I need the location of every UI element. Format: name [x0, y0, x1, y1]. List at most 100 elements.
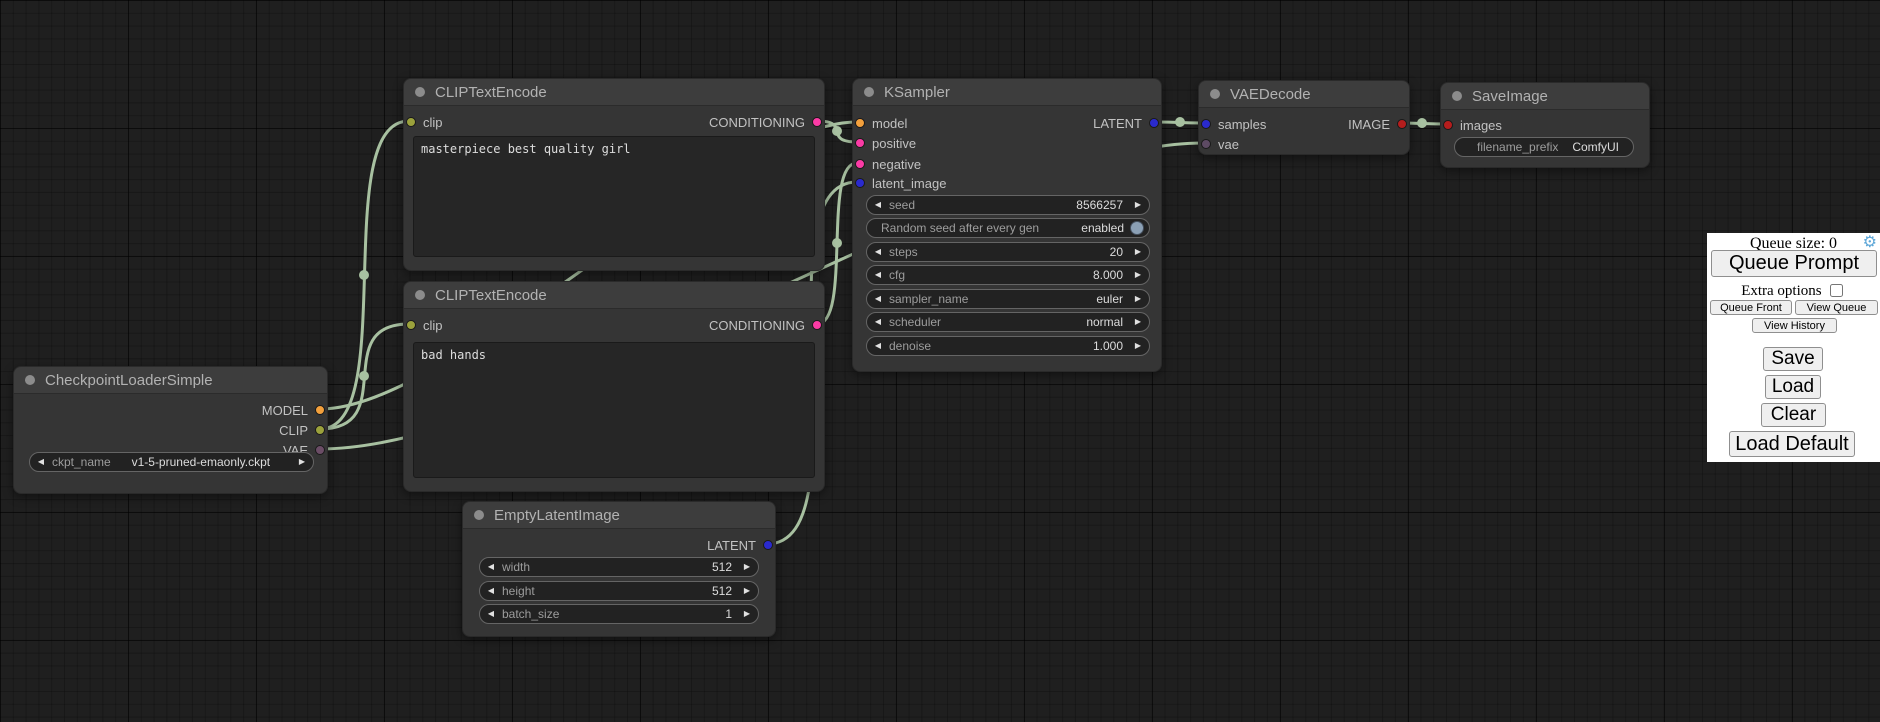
denoise-widget[interactable]: ◀ denoise 1.000 ▶: [866, 336, 1150, 356]
arrow-right-icon[interactable]: ▶: [1127, 196, 1149, 214]
clip-input-dot[interactable]: [406, 117, 416, 127]
arrow-left-icon[interactable]: ◀: [867, 290, 889, 308]
arrow-left-icon[interactable]: ◀: [867, 313, 889, 331]
arrow-right-icon[interactable]: ▶: [1127, 266, 1149, 284]
collapse-dot-icon[interactable]: [474, 510, 484, 520]
collapse-dot-icon[interactable]: [1210, 89, 1220, 99]
cfg-widget[interactable]: ◀ cfg 8.000 ▶: [866, 265, 1150, 285]
collapse-dot-icon[interactable]: [25, 375, 35, 385]
input-slot-latent-image[interactable]: latent_image: [855, 175, 946, 191]
vae-decode-node[interactable]: VAEDecode samples vae IMAGE: [1198, 80, 1410, 155]
extra-options-checkbox[interactable]: [1830, 284, 1843, 297]
arrow-left-icon[interactable]: ◀: [867, 337, 889, 355]
seed-widget[interactable]: ◀ seed 8566257 ▶: [866, 195, 1150, 215]
output-slot-latent[interactable]: LATENT: [1093, 115, 1159, 131]
output-slot-clip[interactable]: CLIP: [279, 422, 325, 438]
node-titlebar[interactable]: VAEDecode: [1199, 81, 1409, 108]
empty-latent-image-node[interactable]: EmptyLatentImage LATENT ◀ width 512 ▶ ◀ …: [462, 501, 776, 637]
output-slot-image[interactable]: IMAGE: [1348, 116, 1407, 132]
node-titlebar[interactable]: SaveImage: [1441, 83, 1649, 110]
arrow-left-icon[interactable]: ◀: [867, 196, 889, 214]
queue-prompt-button[interactable]: Queue Prompt: [1711, 250, 1877, 277]
collapse-dot-icon[interactable]: [864, 87, 874, 97]
arrow-right-icon[interactable]: ▶: [1127, 337, 1149, 355]
arrow-left-icon[interactable]: ◀: [480, 558, 502, 576]
height-widget[interactable]: ◀ height 512 ▶: [479, 581, 759, 601]
scheduler-widget[interactable]: ◀ scheduler normal ▶: [866, 312, 1150, 332]
output-slot-model[interactable]: MODEL: [262, 402, 325, 418]
conditioning-output-dot[interactable]: [812, 320, 822, 330]
input-slot-model[interactable]: model: [855, 115, 907, 131]
ckpt-name-widget[interactable]: ◀ ckpt_name v1-5-pruned-emaonly.ckpt ▶: [29, 452, 314, 472]
vae-input-dot[interactable]: [1201, 139, 1211, 149]
collapse-dot-icon[interactable]: [1452, 91, 1462, 101]
width-widget[interactable]: ◀ width 512 ▶: [479, 557, 759, 577]
load-default-button[interactable]: Load Default: [1729, 431, 1855, 457]
conditioning-output-dot[interactable]: [812, 117, 822, 127]
images-input-dot[interactable]: [1443, 120, 1453, 130]
arrow-left-icon[interactable]: ◀: [30, 453, 52, 471]
positive-prompt-textarea[interactable]: [413, 136, 815, 257]
load-button[interactable]: Load: [1765, 375, 1821, 399]
node-titlebar[interactable]: EmptyLatentImage: [463, 502, 775, 529]
view-history-button[interactable]: View History: [1752, 318, 1837, 333]
node-graph-canvas[interactable]: CheckpointLoaderSimple MODEL CLIP VAE ◀ …: [0, 0, 1880, 722]
steps-widget[interactable]: ◀ steps 20 ▶: [866, 242, 1150, 262]
image-output-dot[interactable]: [1397, 119, 1407, 129]
input-slot-images[interactable]: images: [1443, 117, 1502, 133]
node-titlebar[interactable]: CheckpointLoaderSimple: [14, 367, 327, 394]
random-seed-widget[interactable]: Random seed after every gen enabled: [866, 218, 1150, 238]
positive-input-dot[interactable]: [855, 138, 865, 148]
sampler-name-widget[interactable]: ◀ sampler_name euler ▶: [866, 289, 1150, 309]
output-slot-latent[interactable]: LATENT: [707, 537, 773, 553]
input-slot-positive[interactable]: positive: [855, 135, 916, 151]
input-slot-negative[interactable]: negative: [855, 156, 921, 172]
checkpoint-loader-node[interactable]: CheckpointLoaderSimple MODEL CLIP VAE ◀ …: [13, 366, 328, 494]
settings-gear-icon[interactable]: ⚙: [1863, 235, 1877, 251]
model-output-dot[interactable]: [315, 405, 325, 415]
arrow-right-icon[interactable]: ▶: [736, 605, 758, 623]
node-titlebar[interactable]: KSampler: [853, 79, 1161, 106]
input-slot-clip[interactable]: clip: [406, 114, 443, 130]
random-seed-toggle[interactable]: [1130, 221, 1144, 235]
output-slot-conditioning[interactable]: CONDITIONING: [709, 317, 822, 333]
save-image-node[interactable]: SaveImage images filename_prefix ComfyUI: [1440, 82, 1650, 168]
model-input-dot[interactable]: [855, 118, 865, 128]
input-slot-clip[interactable]: clip: [406, 317, 443, 333]
arrow-right-icon[interactable]: ▶: [1127, 290, 1149, 308]
arrow-right-icon[interactable]: ▶: [736, 558, 758, 576]
arrow-right-icon[interactable]: ▶: [1127, 243, 1149, 261]
negative-prompt-textarea[interactable]: [413, 342, 815, 478]
batch-size-widget[interactable]: ◀ batch_size 1 ▶: [479, 604, 759, 624]
negative-input-dot[interactable]: [855, 159, 865, 169]
arrow-left-icon[interactable]: ◀: [867, 243, 889, 261]
clip-text-encode-negative-node[interactable]: CLIPTextEncode clip CONDITIONING: [403, 281, 825, 492]
clear-button[interactable]: Clear: [1761, 403, 1826, 427]
input-slot-samples[interactable]: samples: [1201, 116, 1266, 132]
clip-input-dot[interactable]: [406, 320, 416, 330]
samples-input-dot[interactable]: [1201, 119, 1211, 129]
clip-text-encode-positive-node[interactable]: CLIPTextEncode clip CONDITIONING: [403, 78, 825, 271]
save-button[interactable]: Save: [1763, 347, 1823, 371]
input-slot-vae[interactable]: vae: [1201, 136, 1239, 152]
output-slot-conditioning[interactable]: CONDITIONING: [709, 114, 822, 130]
collapse-dot-icon[interactable]: [415, 87, 425, 97]
arrow-left-icon[interactable]: ◀: [480, 582, 502, 600]
queue-front-button[interactable]: Queue Front: [1710, 300, 1792, 315]
vae-output-dot[interactable]: [315, 445, 325, 455]
latent-input-dot[interactable]: [855, 178, 865, 188]
collapse-dot-icon[interactable]: [415, 290, 425, 300]
latent-output-dot[interactable]: [763, 540, 773, 550]
node-titlebar[interactable]: CLIPTextEncode: [404, 79, 824, 106]
arrow-right-icon[interactable]: ▶: [1127, 313, 1149, 331]
filename-prefix-widget[interactable]: filename_prefix ComfyUI: [1454, 137, 1634, 157]
arrow-right-icon[interactable]: ▶: [736, 582, 758, 600]
arrow-left-icon[interactable]: ◀: [867, 266, 889, 284]
arrow-right-icon[interactable]: ▶: [291, 453, 313, 471]
latent-output-dot[interactable]: [1149, 118, 1159, 128]
view-queue-button[interactable]: View Queue: [1795, 300, 1878, 315]
ksampler-node[interactable]: KSampler model positive negative latent_…: [852, 78, 1162, 372]
clip-output-dot[interactable]: [315, 425, 325, 435]
arrow-left-icon[interactable]: ◀: [480, 605, 502, 623]
node-titlebar[interactable]: CLIPTextEncode: [404, 282, 824, 309]
